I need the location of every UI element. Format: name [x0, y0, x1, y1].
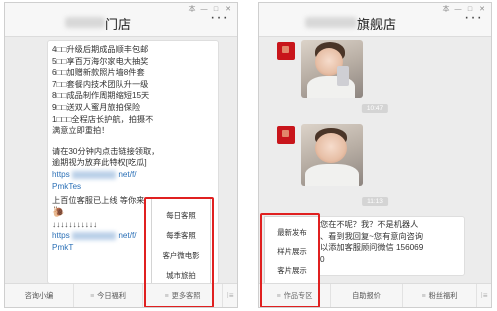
pin-icon[interactable]: 本	[441, 5, 451, 14]
cta-line: 逾期视为放弃此特权[吃瓜]	[52, 158, 147, 168]
link-1[interactable]: https net/f/	[52, 169, 214, 181]
message-line: 5□□享百万海尔家电大抽奖	[52, 56, 149, 66]
tab-fan-benefits[interactable]: ≡ 粉丝福利	[403, 284, 477, 307]
pin-icon[interactable]: 本	[187, 5, 197, 14]
tab-consult-editor[interactable]: 咨询小编	[5, 284, 74, 307]
message-line: 9□□送双人蜜月旅拍保险	[52, 102, 141, 112]
cta-line: 请在30分钟内点击链接领取，	[52, 146, 160, 156]
message-line: 4□□升级后期成品顺丰包邮	[52, 45, 149, 54]
minimize-icon[interactable]: —	[199, 5, 209, 14]
timestamp-2: 11:13	[362, 197, 388, 206]
highlight-frame	[260, 213, 320, 307]
store-avatar[interactable]	[277, 42, 295, 60]
menu-lines-icon: ≡	[90, 293, 95, 300]
highlight-frame	[144, 197, 214, 307]
message-line: 0	[320, 254, 325, 264]
keyboard-switch-icon[interactable]: ⁝≡	[223, 284, 237, 307]
tab-today-benefits[interactable]: ≡ 今日福利	[74, 284, 143, 307]
left-chat-window: 本 — □ ✕ 门店 ··· 4□□升级后期成品顺丰包邮 5□□享百万海尔家电大…	[4, 2, 238, 308]
minimize-icon[interactable]: —	[453, 5, 463, 14]
link-1-continued[interactable]: PmkTes	[52, 181, 214, 193]
menu-lines-icon: ≡	[421, 293, 426, 300]
message-line: 您在不呢？我？不是机器人	[320, 220, 419, 229]
more-options-icon[interactable]: ···	[210, 9, 229, 27]
tab-self-quote[interactable]: 自助报价	[331, 284, 403, 307]
more-options-icon[interactable]: ···	[464, 9, 483, 27]
message-line: 7□□套餐内技术团队升一级	[52, 79, 149, 89]
message-line: 以添加客服顾问微信 156069	[320, 243, 424, 253]
right-titlebar: 本 — □ ✕ 旗舰店 ···	[259, 3, 491, 37]
left-titlebar: 本 — □ ✕ 门店 ···	[5, 3, 237, 37]
message-line: 1□□□全程店长护航，拍摄不	[52, 114, 154, 124]
keyboard-switch-icon[interactable]: ⁝≡	[477, 284, 491, 307]
chat-title: 门店	[105, 17, 132, 32]
message-line: 8□□成品制作周期缩短15天	[52, 91, 150, 101]
message-line: 6□□加赠新款照片墙8件套	[52, 68, 145, 78]
baby-photo-2[interactable]	[301, 124, 363, 186]
message-line: 满意立即重拍！	[52, 126, 110, 136]
timestamp-1: 10:47	[361, 104, 389, 113]
chat-title: 旗舰店	[357, 17, 397, 32]
auto-reply-bubble: 您在不呢？我？不是机器人 、看到我回复~您有意向咨询 以添加客服顾问微信 156…	[315, 216, 465, 276]
right-chat-window: 本 — □ ✕ 旗舰店 ··· 10:47 11:13 您在不呢？我？不是机器人…	[258, 2, 492, 308]
baby-photo-1[interactable]	[301, 40, 363, 98]
title-redacted	[305, 17, 357, 28]
title-redacted	[65, 17, 105, 28]
message-line: 、看到我回复~您有意向咨询	[320, 231, 424, 241]
store-avatar[interactable]	[277, 126, 295, 144]
